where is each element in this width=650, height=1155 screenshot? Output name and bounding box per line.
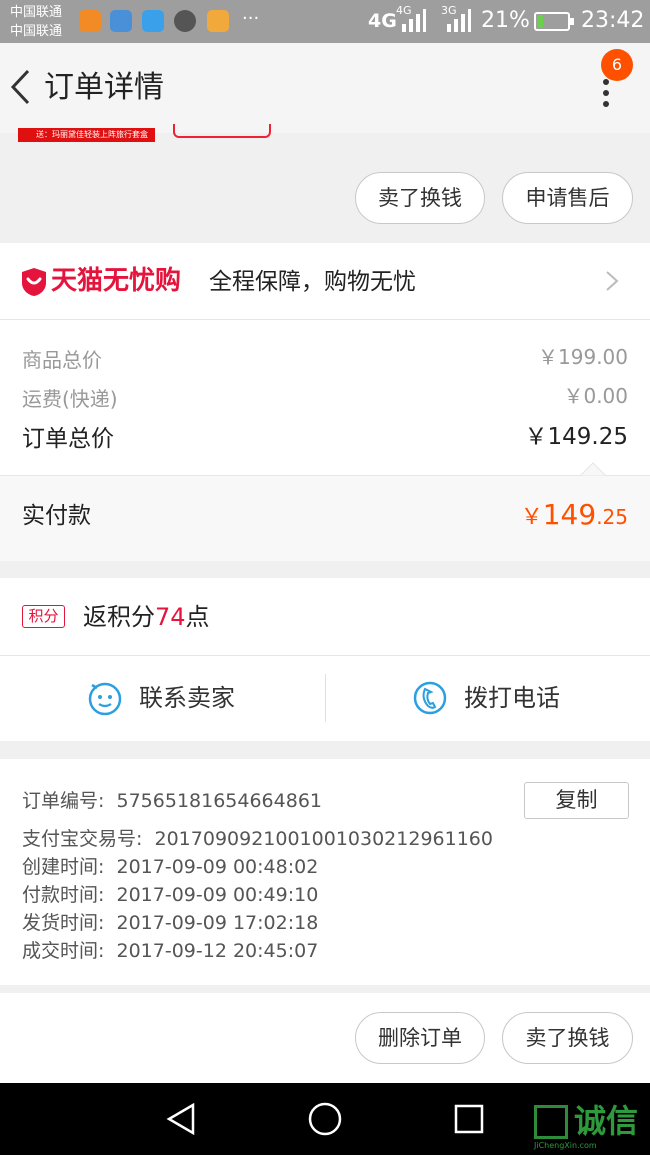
back-arrow-icon[interactable] xyxy=(10,69,32,105)
net-type-1: 4G xyxy=(368,10,397,32)
goods-total-value: ￥199.00 xyxy=(538,345,628,369)
shipped-row: 发货时间: 2017-09-09 17:02:18 xyxy=(22,909,318,937)
signal-icon xyxy=(400,8,426,32)
watermark-box-icon xyxy=(534,1105,568,1139)
tmall-worry-free-brand: 天猫无忧购 xyxy=(51,266,182,296)
watermark-sub: JiChengXin.com xyxy=(534,1141,597,1150)
battery-icon xyxy=(534,12,574,31)
health-app-icon xyxy=(110,10,132,32)
closed-row: 成交时间: 2017-09-12 20:45:07 xyxy=(22,937,318,965)
delete-order-button[interactable]: 删除订单 xyxy=(355,1012,485,1064)
order-number-row: 订单编号: 57565181654664861 xyxy=(22,787,322,815)
nav-recents-icon[interactable] xyxy=(454,1104,484,1134)
call-phone-button[interactable]: 拨打电话 xyxy=(412,676,582,724)
paid-decimal: .25 xyxy=(596,505,628,529)
sell-for-cash-button[interactable]: 卖了换钱 xyxy=(355,172,485,224)
shipping-label: 运费(快递) xyxy=(22,387,118,411)
message-count-badge: 6 xyxy=(601,49,633,81)
order-total-label: 订单总价 xyxy=(22,426,114,452)
shipped-value: 2017-09-09 17:02:18 xyxy=(116,912,319,934)
points-text: 返积分74点 xyxy=(83,600,210,634)
copy-button[interactable]: 复制 xyxy=(524,782,629,819)
points-value: 74 xyxy=(155,603,186,631)
tmall-tagline: 全程保障，购物无忧 xyxy=(209,269,416,295)
contact-seller-label: 联系卖家 xyxy=(139,684,235,712)
order-number-label: 订单编号: xyxy=(22,790,105,812)
paid-time-label: 付款时间: xyxy=(22,884,105,906)
uc-browser-icon xyxy=(79,10,101,32)
goods-total-label: 商品总价 xyxy=(22,348,102,372)
status-bar: 中国联通 中国联通 ··· 4G 4G 3G 21% 23:42 xyxy=(0,0,650,43)
created-label: 创建时间: xyxy=(22,856,105,878)
watermark-logo: 诚信 JiChengXin.com xyxy=(534,1102,646,1150)
header-bar: 订单详情 xyxy=(0,43,650,133)
paid-integer: 149 xyxy=(542,498,597,531)
paid-time-value: 2017-09-09 00:49:10 xyxy=(116,884,319,906)
sell-for-cash-button-bottom[interactable]: 卖了换钱 xyxy=(502,1012,633,1064)
product-promo-strip: 送：玛丽黛佳轻装上阵旅行套盒 xyxy=(18,128,155,142)
contact-seller-button[interactable]: 联系卖家 xyxy=(87,676,257,724)
points-suffix: 点 xyxy=(185,603,210,631)
divider xyxy=(0,319,650,320)
alipay-row: 支付宝交易号: 2017090921001001030212961160 xyxy=(22,825,493,853)
more-menu-icon[interactable] xyxy=(598,77,614,109)
created-value: 2017-09-09 00:48:02 xyxy=(116,856,319,878)
phone-icon xyxy=(413,681,447,715)
watermark-text: 诚信 xyxy=(574,1102,639,1140)
order-total-value: ￥149.25 xyxy=(524,424,628,450)
more-notifications-icon: ··· xyxy=(242,8,260,29)
chat-smiley-icon xyxy=(88,682,122,716)
paid-time-row: 付款时间: 2017-09-09 00:49:10 xyxy=(22,881,318,909)
paid-label: 实付款 xyxy=(22,503,91,529)
nav-back-icon[interactable] xyxy=(165,1103,197,1135)
alipay-label: 支付宝交易号: xyxy=(22,828,143,850)
nav-home-icon[interactable] xyxy=(308,1102,342,1136)
created-row: 创建时间: 2017-09-09 00:48:02 xyxy=(22,853,318,881)
page-title: 订单详情 xyxy=(44,70,164,105)
divider xyxy=(0,655,650,656)
vertical-divider xyxy=(325,674,326,722)
message-icon xyxy=(142,10,164,32)
points-prefix: 返积分 xyxy=(83,603,155,631)
shipping-value: ￥0.00 xyxy=(563,384,628,408)
paid-amount: ￥149.25 xyxy=(521,495,628,539)
notes-app-icon xyxy=(207,10,229,32)
carrier-1: 中国联通 xyxy=(10,5,63,20)
tmall-shield-icon xyxy=(22,268,46,296)
clock: 23:42 xyxy=(581,8,645,33)
chevron-right-icon[interactable] xyxy=(604,270,620,292)
call-phone-label: 拨打电话 xyxy=(464,684,560,712)
product-tag-stamp xyxy=(173,124,271,138)
battery-percent: 21% xyxy=(481,8,530,33)
shipped-label: 发货时间: xyxy=(22,912,105,934)
points-tag: 积分 xyxy=(22,605,65,628)
apply-after-sale-button[interactable]: 申请售后 xyxy=(502,172,633,224)
signal-icon-2 xyxy=(445,8,471,32)
avatar-app-icon xyxy=(174,10,196,32)
carrier-2: 中国联通 xyxy=(10,24,63,39)
pointer-caret-icon xyxy=(580,462,606,476)
alipay-value: 2017090921001001030212961160 xyxy=(154,828,493,850)
paid-currency: ￥ xyxy=(520,505,543,530)
closed-value: 2017-09-12 20:45:07 xyxy=(116,940,319,962)
closed-label: 成交时间: xyxy=(22,940,105,962)
order-number-value: 57565181654664861 xyxy=(116,790,323,812)
